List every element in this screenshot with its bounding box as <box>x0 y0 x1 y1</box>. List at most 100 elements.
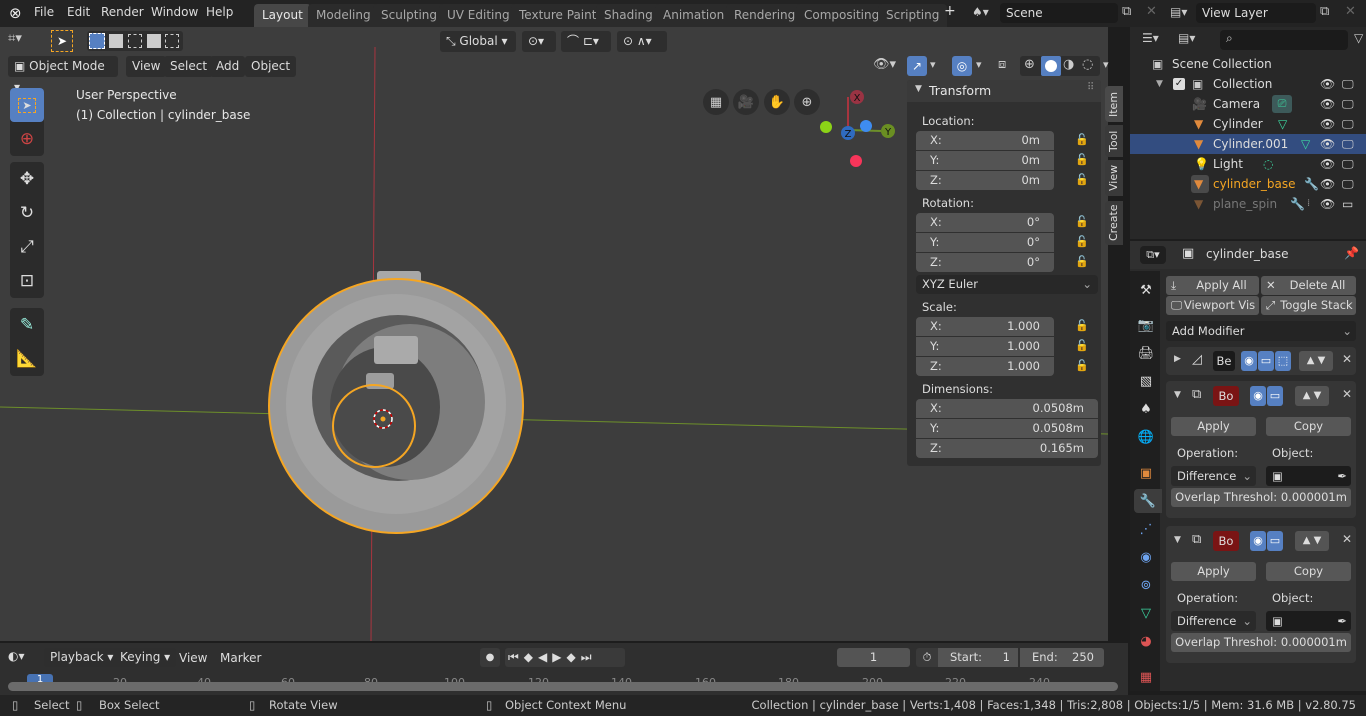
cursor-tool[interactable]: ⊕ <box>10 122 44 156</box>
viewport-toggle-icon[interactable]: ▭ <box>1258 351 1274 371</box>
eye-icon[interactable]: 👁 <box>1320 134 1335 154</box>
display-mode-dropdown[interactable]: ☰▾ <box>1142 31 1159 45</box>
eyedropper-icon[interactable]: ✒ <box>1337 466 1347 486</box>
measure-tool[interactable]: 📐 <box>10 342 44 376</box>
mesh-data-tab-icon[interactable]: ▽ <box>1134 601 1158 625</box>
lock-scale-x-icon[interactable]: 🔓 <box>1075 319 1089 332</box>
wireframe-shading-icon[interactable]: ⊕ <box>1024 57 1035 72</box>
modifier-name-field[interactable]: Bo <box>1213 531 1239 551</box>
outliner-item-camera[interactable]: 🎥 Camera ⎚ 👁 🖵 <box>1130 94 1366 114</box>
eye-icon[interactable]: 👁 <box>1320 114 1335 134</box>
move-up-down-buttons[interactable]: ▲ ▼ <box>1299 351 1333 371</box>
outliner-item-cylinder-001[interactable]: ▼ Cylinder.001 ▽ 👁 🖵 <box>1130 134 1366 154</box>
overlap-threshold-field[interactable]: Overlap Threshol: 0.000001m <box>1171 633 1351 652</box>
visibility-dropdown[interactable]: 👁▾ <box>873 57 896 72</box>
material-shading-icon[interactable]: ◑ <box>1063 57 1074 72</box>
outliner-search-input[interactable]: ⌕ <box>1220 30 1348 50</box>
tab-sculpting[interactable]: Sculpting <box>373 4 446 27</box>
eye-icon[interactable]: 👁 <box>1320 94 1335 114</box>
modifier-wrench-icon[interactable]: 🔧 <box>1290 194 1305 214</box>
location-x-field[interactable]: X: 0m <box>916 131 1054 150</box>
eye-icon[interactable]: 👁 <box>1320 174 1335 194</box>
particles-icon[interactable]: ⁞ <box>1307 194 1310 214</box>
viewport-toggle-icon[interactable]: ▭ <box>1267 386 1283 406</box>
sidebar-tab-item[interactable]: Item <box>1105 86 1123 122</box>
scale-y-field[interactable]: Y: 1.000 <box>916 337 1054 356</box>
apply-all-button[interactable]: ⤓ Apply All <box>1166 276 1259 295</box>
overlap-threshold-field[interactable]: Overlap Threshol: 0.000001m <box>1171 488 1351 507</box>
expand-arrow-icon[interactable]: ▼ <box>1156 74 1163 94</box>
add-workspace-button[interactable]: + <box>944 3 956 19</box>
new-scene-icon[interactable]: ⧉ <box>1122 4 1131 19</box>
transform-tool[interactable]: ⊡ <box>10 264 44 298</box>
gizmo-dropdown[interactable]: ▾ <box>930 58 936 71</box>
outliner-scene-collection[interactable]: ▣ Scene Collection <box>1130 54 1366 74</box>
scale-tool[interactable]: ⤢ <box>10 230 44 264</box>
tab-scripting[interactable]: Scripting <box>878 4 948 27</box>
viewport-vis-button[interactable]: 🖵 Viewport Vis <box>1166 296 1259 315</box>
scene-name-field[interactable]: Scene <box>1000 3 1118 23</box>
monitor-icon[interactable]: 🖵 <box>1342 94 1354 114</box>
outliner-item-cylinder-base[interactable]: ▼ cylinder_base 🔧 👁 🖵 <box>1130 174 1366 194</box>
keying-menu[interactable]: Keying ▾ <box>114 648 177 667</box>
monitor-icon[interactable]: 🖵 <box>1342 174 1354 194</box>
remove-modifier-icon[interactable]: ✕ <box>1342 532 1352 546</box>
outliner-item-cylinder[interactable]: ▼ Cylinder ▽ 👁 🖵 <box>1130 114 1366 134</box>
monitor-icon[interactable]: 🖵 <box>1342 74 1354 94</box>
menu-help[interactable]: Help <box>206 5 233 19</box>
move-tool[interactable]: ✥ <box>10 162 44 196</box>
view-layer-tab-icon[interactable]: ▧ <box>1134 369 1158 393</box>
monitor-icon[interactable]: 🖵 <box>1342 114 1354 134</box>
timeline-scrollbar[interactable] <box>8 682 1118 691</box>
collapse-arrow-icon[interactable]: ▼ <box>1174 390 1181 400</box>
transform-orientation-dropdown[interactable]: ⤡ Global ▾ <box>440 31 516 52</box>
monitor-icon[interactable]: 🖵 <box>1342 154 1354 174</box>
dimensions-x-field[interactable]: X: 0.0508m <box>916 399 1098 418</box>
delete-all-button[interactable]: ✕ Delete All <box>1261 276 1356 295</box>
eye-icon[interactable]: 👁 <box>1320 74 1335 94</box>
view-layer-selector-icon[interactable]: ▤▾ <box>1170 5 1187 19</box>
overlays-toggle[interactable]: ◎ <box>952 56 972 76</box>
tab-shading[interactable]: Shading <box>596 4 661 27</box>
outliner-item-plane-spin[interactable]: ▼ plane_spin 🔧 ⁞ 👁 ▭ <box>1130 194 1366 214</box>
mesh-data-icon[interactable]: ▽ <box>1301 134 1310 154</box>
transform-panel-header[interactable]: ▼ Transform ⠿ <box>907 80 1101 102</box>
menu-edit[interactable]: Edit <box>67 5 90 19</box>
proportional-edit-toggle[interactable]: ⊙ ∧▾ <box>617 31 667 52</box>
sidebar-tab-tool[interactable]: Tool <box>1105 125 1123 157</box>
select-box-tool[interactable]: ➤ <box>10 88 44 122</box>
view-menu[interactable]: View <box>179 651 207 665</box>
apply-modifier-button[interactable]: Apply <box>1171 562 1256 581</box>
filter-view-layer-dropdown[interactable]: ▤▾ <box>1178 31 1195 45</box>
remove-modifier-icon[interactable]: ✕ <box>1342 352 1352 366</box>
tab-modeling[interactable]: Modeling <box>308 4 379 27</box>
toggle-view-grid-button[interactable]: ▦ <box>703 89 729 115</box>
object-picker-field[interactable]: ▣ ✒ <box>1266 466 1351 486</box>
add-modifier-dropdown[interactable]: Add Modifier ⌄ <box>1166 321 1356 341</box>
rotation-mode-dropdown[interactable]: XYZ Euler ⌄ <box>916 275 1098 294</box>
tab-uv-editing[interactable]: UV Editing <box>439 4 518 27</box>
playback-controls[interactable]: ⏮◆◀▶◆⏭ <box>505 648 625 667</box>
lock-location-z-icon[interactable]: 🔓 <box>1075 173 1089 186</box>
mesh-data-icon[interactable]: ▽ <box>1278 114 1287 134</box>
copy-modifier-button[interactable]: Copy <box>1266 562 1351 581</box>
filter-icon[interactable]: ▽ <box>1354 31 1363 45</box>
tab-layout[interactable]: Layout <box>254 4 311 27</box>
remove-modifier-icon[interactable]: ✕ <box>1342 387 1352 401</box>
solid-shading-button[interactable] <box>1041 56 1061 76</box>
rotation-x-field[interactable]: X: 0° <box>916 213 1054 232</box>
output-tab-icon[interactable]: 🖨 <box>1134 341 1158 365</box>
eye-icon[interactable]: 👁 <box>1320 194 1335 214</box>
eye-icon[interactable]: 👁 <box>1320 154 1335 174</box>
tool-settings-tab-icon[interactable]: ⚒ <box>1134 278 1158 302</box>
light-data-icon[interactable]: ◌ <box>1263 154 1273 174</box>
sidebar-tab-view[interactable]: View <box>1105 160 1123 196</box>
playback-menu[interactable]: Playback ▾ <box>44 648 120 667</box>
modifier-tab-icon[interactable]: 🔧 <box>1134 489 1162 513</box>
expand-arrow-icon[interactable]: ▶ <box>1174 354 1181 364</box>
mode-dropdown[interactable]: ▣ Object Mode ▾ <box>8 56 118 94</box>
menu-window[interactable]: Window <box>151 5 198 19</box>
mode-new-icon[interactable] <box>89 33 105 49</box>
render-toggle-icon[interactable]: ◉ <box>1250 531 1266 551</box>
view-layer-field[interactable]: View Layer <box>1196 3 1316 23</box>
